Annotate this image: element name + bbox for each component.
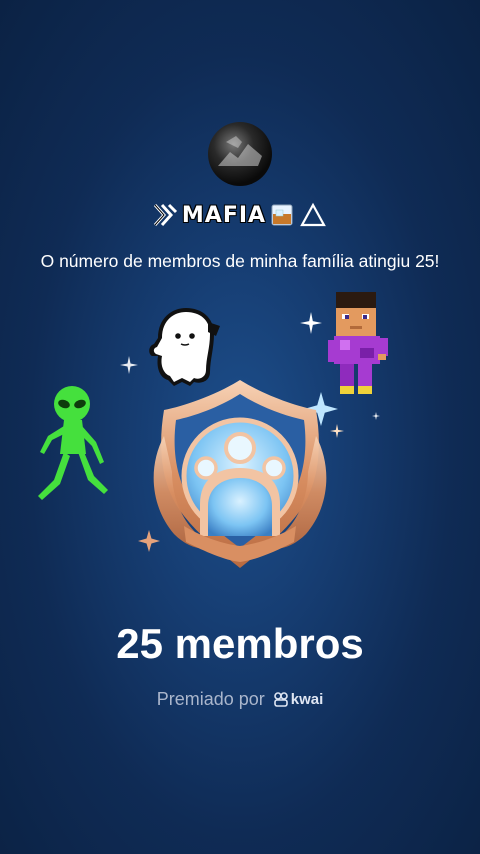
milestone-title: 25 membros [116,620,364,667]
milestone-message: O número de membros de minha família ati… [40,251,440,271]
triangle-icon [300,202,326,227]
awarded-by-label: Premiado por [156,688,265,709]
family-avatar[interactable] [208,122,272,186]
mafia-logo-icon [153,203,177,227]
sparkle-icon [120,356,138,374]
awarded-by-row: Premiado por kwai [0,686,480,712]
kwai-logo-icon [273,692,288,707]
kwai-brand: kwai [273,690,324,708]
family-badge-icon [153,380,327,568]
kwai-brand-name: kwai [290,690,324,708]
sparkle-icon [372,412,380,420]
family-name: MAFIA [181,202,267,228]
whiskey-glass-icon [271,204,293,226]
family-name-row: MAFIA [0,198,480,232]
avatar-image [218,136,262,166]
sparkle-icon [300,312,322,334]
sticker-alien [38,386,108,500]
